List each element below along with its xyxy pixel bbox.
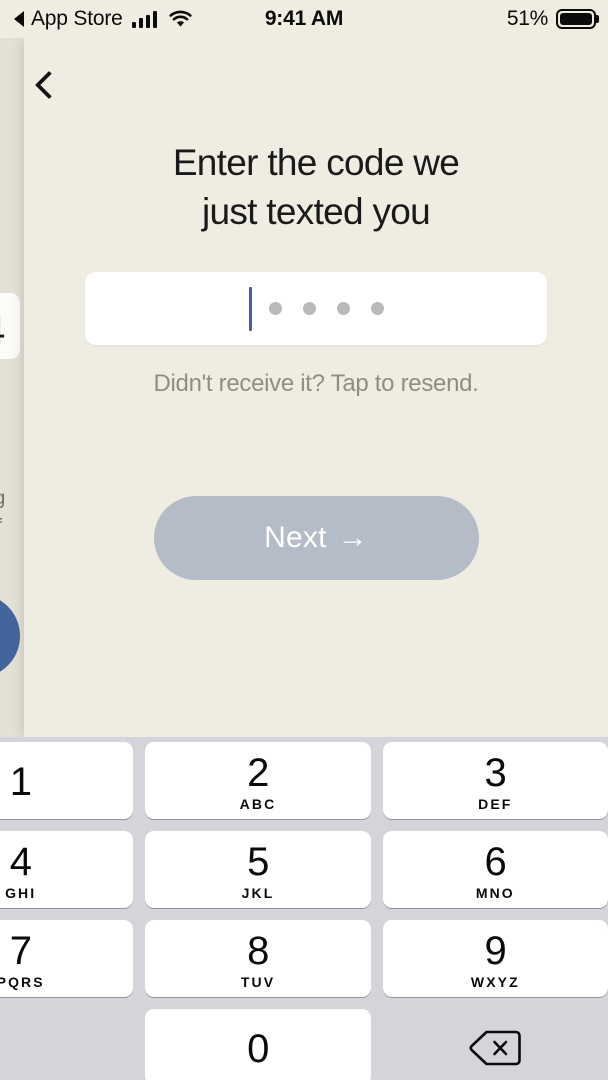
keypad-key-5[interactable]: 5 JKL (145, 831, 371, 908)
keypad-spacer (0, 1009, 133, 1080)
keypad-key-letters: JKL (241, 884, 275, 901)
keypad-row: 4 GHI 5 JKL 6 MNO (0, 831, 608, 908)
code-placeholder-dots (268, 302, 384, 315)
verification-code-screen: Enter the code we just texted you Didn't… (24, 38, 608, 737)
keypad-key-7[interactable]: 7 PQRS (0, 920, 134, 997)
phone-screen: App Store 9:41 AM 51% n 4 ng (0, 0, 608, 1080)
keypad-key-letters: GHI (5, 884, 37, 901)
previous-subtext-fragment-1: ng (0, 488, 5, 510)
next-button-container: Next → (24, 496, 608, 580)
keypad-key-6[interactable]: 6 MNO (382, 831, 608, 908)
code-dot (336, 302, 350, 315)
status-bar-right: 51% (507, 7, 608, 31)
previous-screen-peek: n 4 ng of (0, 38, 22, 738)
backspace-icon[interactable] (383, 1009, 608, 1080)
numeric-keypad: 1 2 ABC 3 DEF 4 GHI 5 JKL 6 MNO 7 PQRS 8 TUV 9 WXYZ 0 (0, 737, 608, 1080)
status-bar-left[interactable]: App Store (0, 7, 192, 31)
page-title-line-2: just texted you (201, 191, 431, 232)
previous-input-text-fragment: 4 (0, 306, 5, 354)
keypad-key-letters: TUV (240, 973, 276, 990)
previous-subtext-fragment-2: of (0, 516, 2, 538)
keypad-key-4[interactable]: 4 GHI (0, 831, 134, 908)
battery-percent-label: 51% (506, 7, 548, 30)
page-title-line-1: Enter the code we (172, 142, 460, 183)
text-caret (248, 286, 252, 331)
resend-code-link[interactable]: Didn't receive it? Tap to resend. (24, 370, 608, 398)
keypad-key-number: 5 (247, 839, 269, 884)
code-dot (302, 302, 316, 315)
keypad-key-number: 2 (247, 750, 269, 795)
wifi-icon (169, 10, 192, 28)
keypad-key-letters: MNO (475, 884, 515, 901)
battery-full-icon (556, 9, 599, 29)
keypad-key-1[interactable]: 1 (0, 742, 134, 819)
keypad-key-letters: WXYZ (470, 973, 520, 990)
keypad-key-number: 6 (484, 839, 507, 884)
keypad-key-letters: PQRS (0, 973, 45, 990)
keypad-key-letters: ABC (239, 795, 277, 812)
keypad-key-9[interactable]: 9 WXYZ (382, 920, 608, 997)
code-dot (370, 302, 384, 315)
chevron-left-icon (34, 70, 64, 100)
keypad-key-8[interactable]: 8 TUV (145, 920, 371, 997)
keypad-row: 0 (0, 1009, 608, 1080)
previous-primary-button-fragment (0, 594, 20, 678)
code-dot (268, 302, 282, 315)
page-title: Enter the code we just texted you (24, 138, 608, 236)
keypad-row: 7 PQRS 8 TUV 9 WXYZ (0, 920, 608, 997)
keypad-key-number: 0 (247, 1026, 269, 1071)
keypad-key-2[interactable]: 2 ABC (145, 742, 371, 819)
keypad-key-number: 8 (247, 928, 269, 973)
verification-code-input[interactable] (85, 272, 547, 345)
keypad-key-0[interactable]: 0 (145, 1009, 371, 1080)
cellular-signal-icon (131, 10, 158, 28)
keypad-key-number: 9 (484, 928, 507, 973)
status-bar: App Store 9:41 AM 51% (0, 0, 608, 38)
keypad-key-number: 4 (9, 839, 32, 884)
keypad-row: 1 2 ABC 3 DEF (0, 742, 608, 819)
keypad-key-letters: DEF (478, 795, 513, 812)
keypad-key-3[interactable]: 3 DEF (382, 742, 608, 819)
next-button-label: Next (264, 521, 327, 554)
back-button[interactable] (18, 54, 80, 116)
keypad-key-number: 3 (484, 750, 507, 795)
navigation-bar (24, 38, 608, 118)
keypad-key-number: 1 (9, 759, 32, 804)
back-triangle-icon[interactable] (14, 11, 24, 27)
arrow-right-icon: → (337, 521, 368, 554)
status-bar-app-name[interactable]: App Store (31, 7, 123, 31)
keypad-key-number: 7 (9, 928, 32, 973)
next-button[interactable]: Next → (153, 496, 479, 580)
